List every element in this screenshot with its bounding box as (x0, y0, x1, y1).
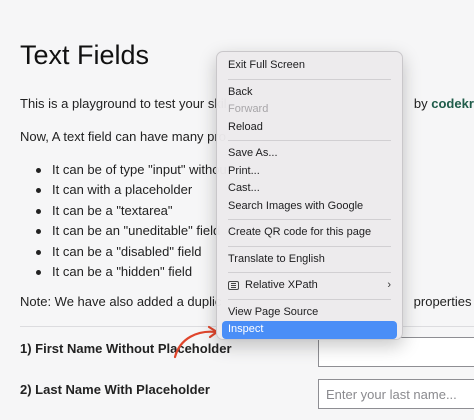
menu-separator (228, 78, 391, 80)
menu-item-search-images[interactable]: Search Images with Google (222, 198, 397, 216)
list-item: It can be a "hidden" field (36, 262, 227, 282)
list-item: It can with a placeholder (36, 180, 227, 200)
menu-item-save-as[interactable]: Save As... (222, 145, 397, 163)
list-item: It can be an "uneditable" field (36, 221, 227, 241)
menu-item-print[interactable]: Print... (222, 163, 397, 181)
context-menu: Exit Full Screen Back Forward Reload Sav… (216, 51, 403, 340)
menu-item-label: Translate to English (228, 252, 325, 265)
menu-item-label: Relative XPath (245, 279, 318, 291)
menu-item-label: Print... (228, 164, 260, 177)
menu-separator (228, 140, 391, 141)
list-item: It can be of type "input" withou (36, 160, 227, 180)
chevron-right-icon: › (387, 279, 391, 291)
menu-item-create-qr-code[interactable]: Create QR code for this page (222, 224, 397, 242)
intro-text-end: by (413, 96, 428, 111)
menu-item-label: View Page Source (228, 305, 319, 318)
brand-link[interactable]: codekru (431, 96, 474, 111)
menu-item-label: Save As... (228, 147, 278, 159)
menu-separator (228, 245, 391, 247)
xpath-extension-icon (228, 281, 239, 291)
last-name-label: 2) Last Name With Placeholder (20, 382, 210, 397)
menu-item-label: Back (228, 85, 253, 98)
menu-item-label: Forward (228, 103, 269, 115)
menu-item-translate[interactable]: Translate to English (222, 251, 397, 269)
menu-item-view-page-source[interactable]: View Page Source (222, 304, 397, 322)
menu-item-label: Create QR code for this page (228, 226, 372, 238)
note-text-end: properties as (413, 294, 474, 309)
menu-item-exit-full-screen[interactable]: Exit Full Screen (222, 57, 397, 75)
menu-separator (228, 298, 391, 300)
menu-separator (228, 272, 391, 273)
menu-item-cast[interactable]: Cast... (222, 180, 397, 198)
text-field-paragraph: Now, A text field can have many pro (20, 129, 226, 144)
last-name-input[interactable] (318, 379, 474, 409)
menu-item-label: Inspect (228, 323, 264, 335)
pointer-arrow-icon (173, 325, 219, 359)
list-item: It can be a "disabled" field (36, 242, 227, 262)
menu-item-label: Cast... (228, 182, 260, 194)
menu-item-label: Search Images with Google (228, 199, 364, 212)
menu-item-label: Reload (228, 120, 263, 133)
feature-list: It can be of type "input" withou It can … (36, 160, 227, 282)
list-item: It can be a "textarea" (36, 201, 227, 221)
page-title: Text Fields (20, 40, 150, 70)
menu-item-forward: Forward (222, 101, 397, 119)
menu-item-inspect[interactable]: Inspect (222, 321, 397, 339)
intro-text-start: This is a playground to test your skil (20, 96, 227, 111)
menu-item-relative-xpath[interactable]: Relative XPath › (222, 277, 397, 295)
note-text-start: Note: We have also added a duplic (20, 294, 222, 309)
first-name-input[interactable] (318, 337, 474, 367)
menu-item-back[interactable]: Back (222, 84, 397, 102)
menu-item-reload[interactable]: Reload (222, 119, 397, 137)
menu-item-label: Exit Full Screen (228, 59, 306, 71)
menu-separator (228, 219, 391, 220)
